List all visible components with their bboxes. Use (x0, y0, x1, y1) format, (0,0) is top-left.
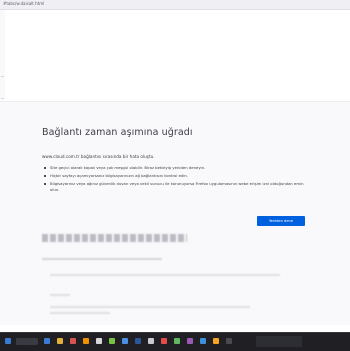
blurred-line (42, 258, 162, 260)
error-tip: Site geçici olarak kapalı veya çok meşgu… (42, 165, 307, 170)
taskbar-app-icon[interactable] (226, 338, 232, 344)
taskbar-app-icon[interactable] (96, 338, 102, 344)
taskbar-app-icon[interactable] (109, 338, 115, 344)
taskbar-app-icon[interactable] (187, 338, 193, 344)
error-description: www.cloud.com.tr bağlantısı sırasında bi… (42, 154, 155, 159)
retry-button[interactable]: Yeniden dene (257, 216, 305, 226)
taskbar-app-icon[interactable] (44, 338, 50, 344)
error-title: Bağlantı zaman aşımına uğradı (42, 127, 193, 138)
taskbar-app-icon[interactable] (148, 338, 154, 344)
start-icon[interactable] (5, 338, 11, 344)
error-tips-list: Site geçici olarak kapalı veya çok meşgu… (42, 165, 307, 195)
taskbar-app-icon[interactable] (70, 338, 76, 344)
error-tip: Hiçbir sayfayı açamıyorsanız bilgisayarı… (42, 173, 307, 178)
taskbar-search[interactable] (16, 338, 38, 345)
taskbar-app-icon[interactable] (135, 338, 141, 344)
left-gutter (0, 10, 5, 100)
bullet-icon (44, 174, 46, 177)
bullet-icon (44, 183, 46, 185)
taskbar-app-icon[interactable] (213, 338, 219, 344)
gutter-tick (1, 76, 4, 77)
error-tip-text: Hiçbir sayfayı açamıyorsanız bilgisayarı… (50, 173, 189, 179)
error-tip: Bilgisayarınız veya ağınız güvenlik duva… (42, 181, 307, 192)
taskbar-app-icon[interactable] (200, 338, 206, 344)
url-text[interactable]: #tabs/w.daisalt.html (3, 1, 44, 7)
taskbar-app-icon[interactable] (83, 338, 89, 344)
taskbar-app-icon[interactable] (161, 338, 167, 344)
blurred-duplicate-content (42, 234, 307, 318)
taskbar-app-icon[interactable] (122, 338, 128, 344)
error-tip-text: Bilgisayarınız veya ağınız güvenlik duva… (50, 181, 304, 192)
taskbar-app-icon[interactable] (57, 338, 63, 344)
system-tray[interactable] (256, 336, 302, 347)
blurred-line (50, 294, 70, 296)
taskbar-app-icon[interactable] (174, 338, 180, 344)
blurred-line (50, 312, 110, 314)
gutter-tick (1, 98, 4, 99)
clock[interactable] (316, 337, 344, 347)
taskbar (0, 332, 350, 351)
bullet-icon (44, 166, 46, 169)
blurred-title (42, 234, 187, 242)
blurred-line (50, 306, 250, 308)
blurred-line (50, 274, 280, 276)
address-bar[interactable]: #tabs/w.daisalt.html (0, 0, 350, 10)
error-tip-text: Site geçici olarak kapalı veya çok meşgu… (50, 165, 206, 170)
